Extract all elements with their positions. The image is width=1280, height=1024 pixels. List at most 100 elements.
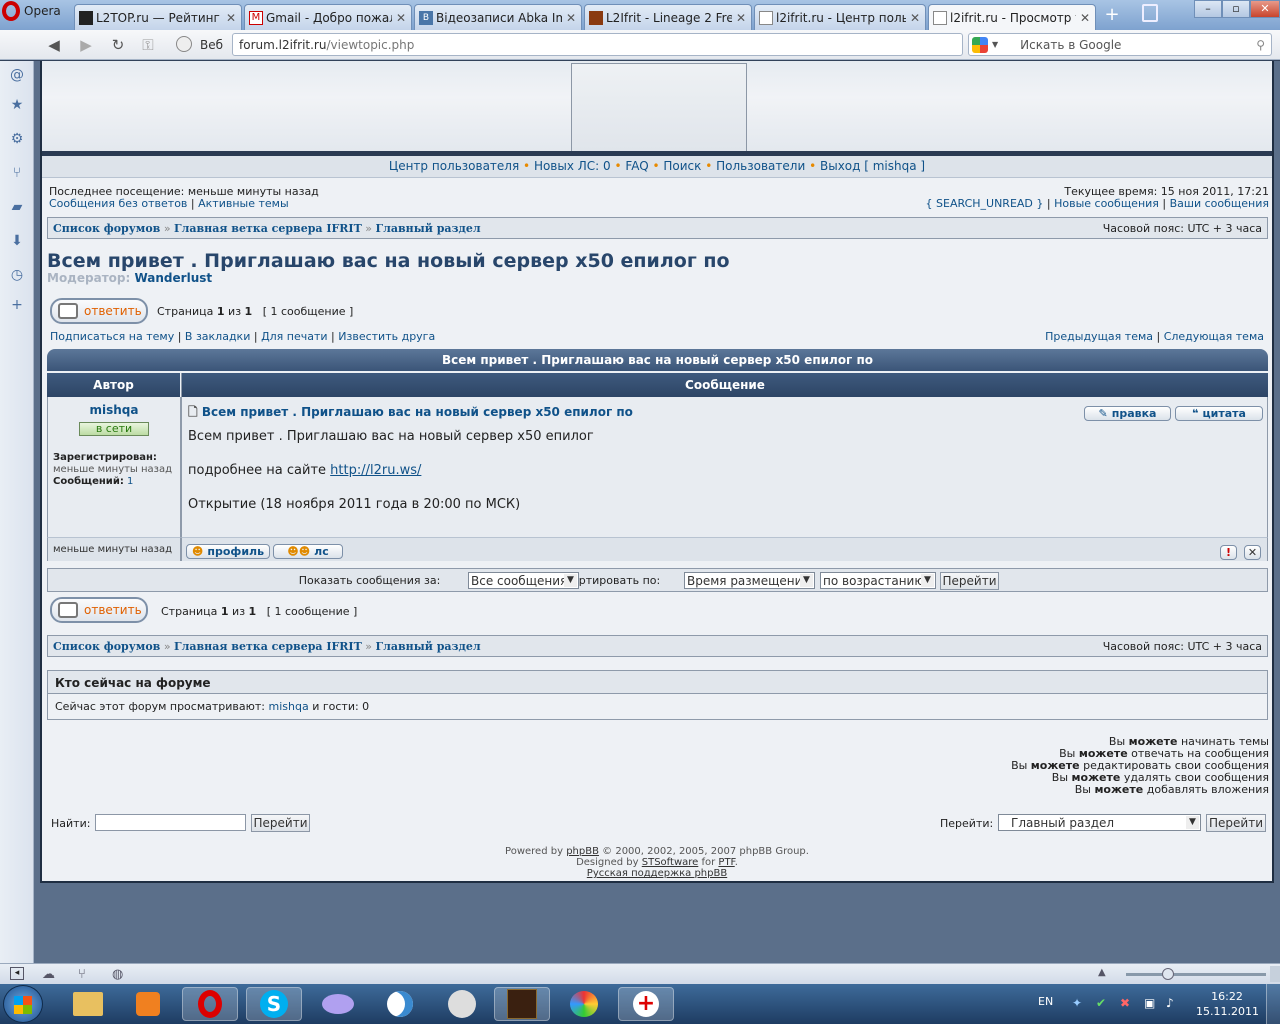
bookmark-link[interactable]: В закладки <box>185 330 250 343</box>
taskbar-explorer[interactable] <box>60 987 116 1021</box>
edit-button[interactable]: ✎ правка <box>1084 406 1171 421</box>
taskbar-media-player[interactable] <box>120 987 176 1021</box>
posts-count-link[interactable]: 1 <box>127 476 133 487</box>
subscribe-link[interactable]: Подписаться на тему <box>50 330 174 343</box>
your-posts-link[interactable]: Ваши сообщения <box>1170 197 1269 210</box>
forward-arrow-icon[interactable]: ▶ <box>76 36 96 54</box>
new-tab-plus-icon[interactable]: + <box>1102 6 1122 26</box>
taskbar-skype[interactable]: S <box>246 987 302 1021</box>
close-icon[interactable]: ✕ <box>735 11 747 25</box>
new-posts-link[interactable]: Новые сообщения <box>1054 197 1159 210</box>
close-icon[interactable]: ✕ <box>225 11 237 25</box>
tray-volume-icon[interactable]: ♪ <box>1166 996 1174 1010</box>
zoom-slider-handle[interactable] <box>1162 968 1174 980</box>
moderator-link[interactable]: Wanderlust <box>134 271 212 285</box>
active-topics-link[interactable]: Активные темы <box>198 197 289 210</box>
show-desktop-button[interactable] <box>1266 984 1280 1024</box>
reload-icon[interactable]: ↻ <box>108 36 128 54</box>
history-clock-icon[interactable]: ◷ <box>9 267 25 283</box>
back-arrow-icon[interactable]: ◀ <box>44 36 64 54</box>
post-body-link[interactable]: http://l2ru.ws/ <box>330 463 421 478</box>
language-indicator[interactable]: EN <box>1038 995 1053 1008</box>
trash-icon[interactable] <box>1142 4 1158 22</box>
feeds-icon[interactable]: ⑂ <box>9 165 25 181</box>
magnifier-icon[interactable]: ⚲ <box>1256 38 1265 52</box>
reply-button-bottom[interactable]: ответить <box>50 597 148 623</box>
tray-network-icon[interactable]: ✦ <box>1072 996 1082 1010</box>
profile-button[interactable]: ☻ профиль <box>186 544 270 559</box>
forum-search-input[interactable] <box>95 814 246 831</box>
sort-order-select[interactable]: по возрастанию ▼ <box>820 572 936 589</box>
prev-topic-link[interactable]: Предыдущая тема <box>1045 330 1153 343</box>
breadcrumb-section[interactable]: Главный раздел <box>376 222 481 235</box>
tab-gmail[interactable]: M Gmail - Добро пожал... ✕ <box>244 4 412 30</box>
reply-button[interactable]: ответить <box>50 298 148 324</box>
key-icon[interactable]: ⚿ <box>138 36 158 54</box>
downloads-icon[interactable]: ⬇ <box>9 233 25 249</box>
breadcrumb-branch[interactable]: Главная ветка сервера IFRIT <box>174 640 362 653</box>
search-go-button[interactable]: Перейти <box>251 814 310 832</box>
post-author-link[interactable]: mishqa <box>48 403 180 417</box>
topic-title[interactable]: Всем привет . Приглашаю вас на новый сер… <box>47 250 730 272</box>
chevron-up-icon[interactable]: ▲ <box>1098 967 1106 978</box>
bookmarks-star-icon[interactable]: ★ <box>9 97 25 113</box>
taskbar-app-moon[interactable] <box>372 987 428 1021</box>
cloud-icon[interactable]: ☁ <box>42 967 55 982</box>
online-user-link[interactable]: mishqa <box>269 700 309 713</box>
logout-link[interactable]: Выход [ mishqa ] <box>820 159 925 173</box>
maximize-button[interactable]: ▫ <box>1222 0 1250 18</box>
close-icon[interactable]: ✕ <box>1079 11 1091 25</box>
mail-icon[interactable]: @ <box>9 67 25 83</box>
zoom-slider-track[interactable] <box>1126 973 1266 976</box>
speed-dial-icon[interactable]: ◍ <box>112 967 123 982</box>
tab-l2ifrit-main[interactable]: L2Ifrit - Lineage 2 Frey... ✕ <box>584 4 752 30</box>
sort-key-select[interactable]: Время размещения ▼ <box>684 572 815 589</box>
sort-go-button[interactable]: Перейти <box>940 572 999 590</box>
tab-l2top[interactable]: L2TOP.ru — Рейтинг ... ✕ <box>74 4 242 30</box>
print-link[interactable]: Для печати <box>261 330 328 343</box>
pm-button[interactable]: ☻☻ лс <box>273 544 343 559</box>
new-pm-link[interactable]: Новых ЛС: 0 <box>534 159 611 173</box>
start-button[interactable] <box>3 985 43 1023</box>
taskbar-app-mouse[interactable] <box>310 987 366 1021</box>
jump-go-button[interactable]: Перейти <box>1206 814 1266 832</box>
stsoftware-link[interactable]: STSoftware <box>642 857 699 868</box>
close-icon[interactable]: ✕ <box>395 11 407 25</box>
next-topic-link[interactable]: Следующая тема <box>1164 330 1264 343</box>
taskbar-paint[interactable] <box>556 987 612 1021</box>
delete-icon[interactable]: ✕ <box>1244 545 1261 560</box>
tray-warning-icon[interactable]: ✖ <box>1120 996 1130 1010</box>
taskbar-lineage2[interactable] <box>494 987 550 1021</box>
breadcrumb-index[interactable]: Список форумов <box>53 222 160 235</box>
post-subject-link[interactable]: Всем привет . Приглашаю вас на новый сер… <box>202 405 633 419</box>
panel-toggle-icon[interactable]: ◂ <box>10 967 24 980</box>
tray-security-icon[interactable]: ✔ <box>1096 996 1106 1010</box>
add-panel-plus-icon[interactable]: + <box>9 297 25 313</box>
email-friend-link[interactable]: Известить друга <box>338 330 435 343</box>
address-input[interactable]: forum.l2ifrit.ru/viewtopic.php <box>232 33 963 56</box>
opera-menu-button[interactable]: Opera <box>0 0 70 22</box>
tab-viewtopic[interactable]: l2ifrit.ru - Просмотр т... ✕ <box>928 4 1096 31</box>
clock[interactable]: 16:22 15.11.2011 <box>1196 989 1259 1019</box>
minimize-button[interactable]: – <box>1194 0 1222 18</box>
tab-ucp[interactable]: l2ifrit.ru - Центр поль... ✕ <box>754 4 926 30</box>
show-period-select[interactable]: Все сообщения ▼ <box>468 572 579 589</box>
members-link[interactable]: Пользователи <box>716 159 805 173</box>
russian-support-link[interactable]: Русская поддержка phpBB <box>587 868 727 879</box>
chevron-down-icon[interactable]: ▼ <box>992 40 998 49</box>
quote-button[interactable]: ❝ цитата <box>1175 406 1263 421</box>
turbo-icon[interactable]: ⑂ <box>78 967 86 982</box>
breadcrumb-branch[interactable]: Главная ветка сервера IFRIT <box>174 222 362 235</box>
breadcrumb-index[interactable]: Список форумов <box>53 640 160 653</box>
close-icon[interactable]: ✕ <box>565 11 577 25</box>
faq-link[interactable]: FAQ <box>625 159 648 173</box>
ptf-link[interactable]: PTF <box>718 857 734 868</box>
tray-display-icon[interactable]: ▣ <box>1144 996 1155 1010</box>
close-window-button[interactable]: ✕ <box>1250 0 1280 18</box>
taskbar-opera[interactable] <box>182 987 238 1021</box>
breadcrumb-section[interactable]: Главный раздел <box>376 640 481 653</box>
search-link[interactable]: Поиск <box>663 159 701 173</box>
notes-icon[interactable]: ▰ <box>9 199 25 215</box>
widgets-gear-icon[interactable]: ⚙ <box>9 131 25 147</box>
taskbar-app-headset[interactable] <box>434 987 490 1021</box>
